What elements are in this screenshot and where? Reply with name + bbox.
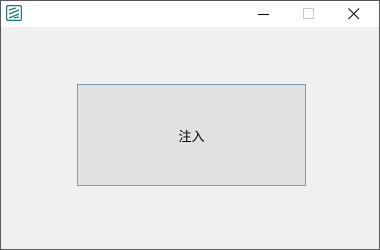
inject-button[interactable]: 注入 — [77, 84, 306, 186]
close-button[interactable] — [331, 1, 377, 27]
title-bar[interactable] — [1, 1, 379, 27]
client-area: 注入 — [1, 27, 379, 249]
close-icon — [348, 8, 360, 20]
app-logo-icon — [5, 4, 23, 22]
app-window: 注入 — [0, 0, 380, 250]
maximize-icon — [303, 8, 315, 20]
minimize-icon — [258, 8, 270, 20]
minimize-button[interactable] — [241, 1, 287, 27]
inject-button-label: 注入 — [178, 129, 205, 145]
maximize-button[interactable] — [286, 1, 332, 27]
